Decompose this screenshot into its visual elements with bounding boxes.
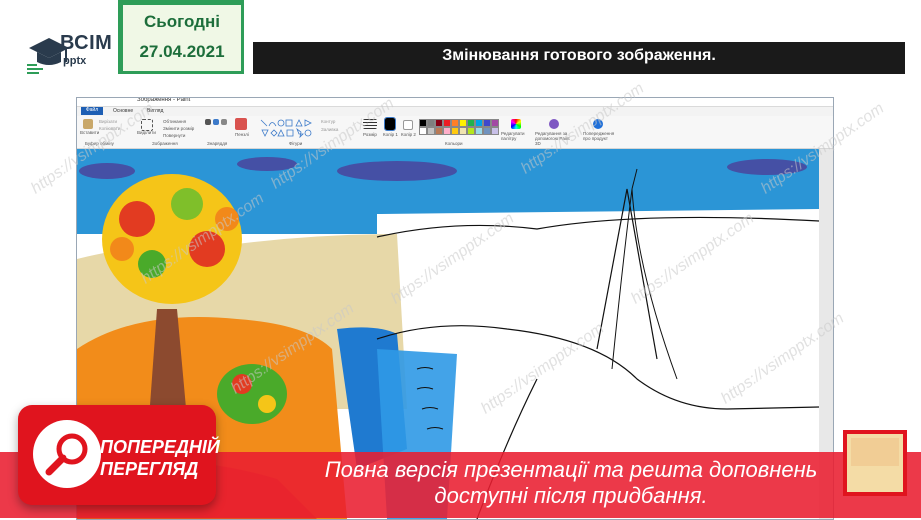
slide-title: Змінювання готового зображення. [442,47,716,64]
palette-swatch[interactable] [419,127,427,135]
palette-swatch[interactable] [443,119,451,127]
palette-swatch[interactable] [483,127,491,135]
fill-icon[interactable] [213,119,219,125]
palette-swatch[interactable] [435,119,443,127]
crop-label[interactable]: Обтинання [163,119,186,124]
edit-colors-label[interactable]: Редагувати палітру [501,131,531,141]
palette-swatch[interactable] [451,127,459,135]
logo-subtitle: pptx [63,55,87,67]
color2-swatch[interactable] [403,120,413,130]
colors-group-label: Кольори [445,141,463,146]
text-icon[interactable] [221,119,227,125]
palette-swatch[interactable] [451,119,459,127]
pencil-icon[interactable] [205,119,211,125]
color1-label[interactable]: Колір 1 [383,132,398,137]
palette-swatch[interactable] [427,127,435,135]
notice-line1: Повна версія презентації та решта доповн… [324,457,818,482]
brushes-label[interactable]: Пензлі [235,132,249,137]
palette-swatch[interactable] [491,119,499,127]
palette-swatch[interactable] [491,127,499,135]
palette-swatch[interactable] [427,119,435,127]
outline-label[interactable]: Контур [321,119,335,124]
logo-title: ВСІМ [60,32,113,54]
palette-swatch[interactable] [459,119,467,127]
palette-swatch[interactable] [419,119,427,127]
brushes-icon[interactable] [235,118,247,130]
shapes-gallery-icon[interactable] [259,118,315,138]
select-label[interactable]: Виділити [137,130,156,135]
preview-label-line1: ПОПЕРЕДНІЙ [100,437,220,457]
color1-swatch[interactable] [384,117,396,131]
magnifier-icon [33,420,101,488]
palette-swatch[interactable] [467,127,475,135]
image-group-label: Зображення [152,141,178,146]
resize-label[interactable]: Змінити розмір [163,126,194,131]
paste-icon[interactable] [83,119,93,129]
size-label[interactable]: Розмір [363,132,377,137]
palette-swatch[interactable] [443,127,451,135]
palette-swatch[interactable] [475,119,483,127]
palette-swatch[interactable] [435,127,443,135]
paint-file-tab[interactable]: Файл [81,107,103,115]
notice-line2: доступні після придбання. [434,483,708,508]
palette-swatch[interactable] [475,127,483,135]
date-value: 27.04.2021 [139,42,225,61]
corner-decoration-inner [851,438,899,466]
rotate-label[interactable]: Повернути [163,133,185,138]
shapes-group-label: Фігури [289,141,303,146]
color2-label[interactable]: Колір 2 [401,132,416,137]
tools-group-label: Знаряддя [207,141,228,146]
preview-label-line2: ПЕРЕГЛЯД [100,459,199,479]
palette-swatch[interactable] [459,127,467,135]
palette-swatch[interactable] [483,119,491,127]
edit-colors-icon[interactable] [511,119,521,129]
paint-titlebar: Зображення - Paint [77,98,833,107]
date-label: Сьогодні [144,12,220,31]
paint-ribbon: Вставити Вирізати Копіювати Буфер обміну… [77,116,833,149]
palette-swatch[interactable] [467,119,475,127]
paint3d-icon[interactable] [549,119,559,129]
